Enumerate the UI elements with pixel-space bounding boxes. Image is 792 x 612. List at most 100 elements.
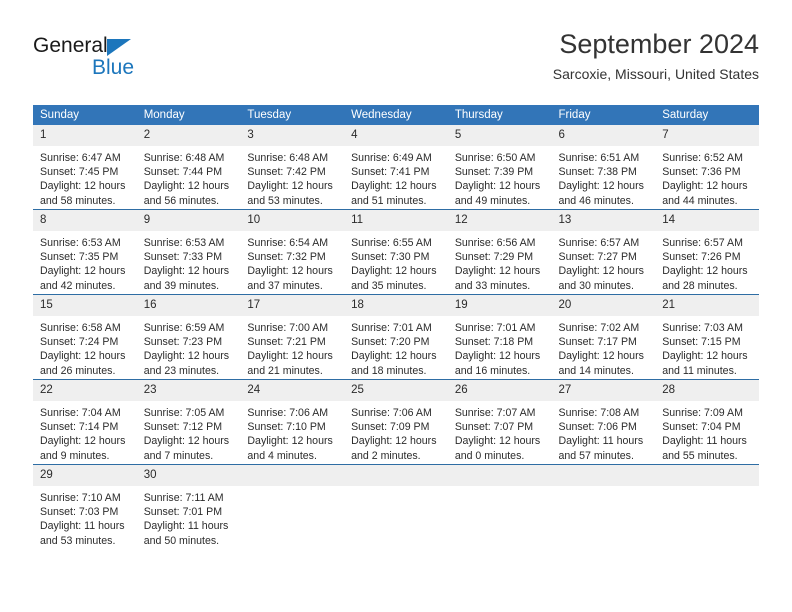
calendar-page: General Blue September 2024 Sarcoxie, Mi… [0,0,792,612]
weekday-header-monday: Monday [136,105,241,125]
day-number: 15 [33,295,137,316]
day-number [240,465,345,486]
sunrise-text: Sunrise: 7:06 AM [351,407,432,419]
sunrise-text: Sunrise: 7:00 AM [247,322,329,334]
day-cell[interactable]: 19 Sunrise: 7:01 AM Sunset: 7:18 PM Dayligh… [447,294,552,380]
day-number: 27 [551,380,656,401]
day-cell[interactable]: 30 Sunrise: 7:11 AM Sunset: 7:01 PM Dayligh… [136,464,241,549]
day-number: 2 [136,125,241,146]
day-number: 29 [33,465,137,486]
day-number: 14 [655,210,759,231]
day-sun-info: Sunrise: 6:49 AM Sunset: 7:41 PM Daylight:… [344,146,448,208]
day-cell[interactable]: 24 Sunrise: 7:06 AM Sunset: 7:10 PM Dayligh… [240,379,345,465]
day-sun-info: Sunrise: 7:01 AM Sunset: 7:20 PM Daylight:… [344,316,448,378]
sunset-text: Sunset: 7:21 PM [247,336,326,349]
day-number: 23 [136,380,241,401]
daylight-text: Daylight: 12 hours and 4 minutes. [247,435,333,462]
daylight-text: Daylight: 12 hours and 26 minutes. [40,350,126,377]
sunset-text: Sunset: 7:20 PM [351,336,430,349]
day-cell[interactable]: 6 Sunrise: 6:51 AM Sunset: 7:38 PM Daylight… [551,125,656,210]
logo-text-blue: Blue [92,56,135,79]
day-cell[interactable]: 15 Sunrise: 6:58 AM Sunset: 7:24 PM Dayligh… [33,294,137,380]
day-cell[interactable]: 2 Sunrise: 6:48 AM Sunset: 7:44 PM Daylight… [136,125,241,210]
sunset-text: Sunset: 7:04 PM [662,421,741,434]
sunset-text: Sunset: 7:39 PM [454,166,534,179]
sunrise-text: Sunrise: 6:56 AM [454,237,536,249]
sunrise-text: Sunrise: 7:07 AM [454,407,536,419]
sunset-text: Sunset: 7:27 PM [558,251,637,264]
day-cell[interactable]: 12 Sunrise: 6:56 AM Sunset: 7:29 PM Dayligh… [447,209,552,295]
sunrise-text: Sunrise: 6:50 AM [454,152,536,164]
day-sun-info: Sunrise: 7:00 AM Sunset: 7:21 PM Daylight:… [240,316,344,378]
day-cell[interactable]: 3 Sunrise: 6:48 AM Sunset: 7:42 PM Daylight… [240,125,345,210]
day-number: 1 [33,125,137,146]
daylight-text: Daylight: 12 hours and 28 minutes. [662,265,748,292]
day-number: 16 [136,295,241,316]
day-sun-info: Sunrise: 7:08 AM Sunset: 7:06 PM Daylight:… [552,401,656,463]
sunset-text: Sunset: 7:45 PM [40,166,119,179]
day-cell[interactable]: 26 Sunrise: 7:07 AM Sunset: 7:07 PM Dayligh… [447,379,552,465]
day-cell[interactable]: 27 Sunrise: 7:08 AM Sunset: 7:06 PM Dayligh… [551,379,656,465]
day-cell[interactable]: 9 Sunrise: 6:53 AM Sunset: 7:33 PM Daylight… [136,209,241,295]
day-number: 22 [33,380,137,401]
logo-text-general: General [33,34,108,57]
day-number: 10 [240,210,345,231]
sunset-text: Sunset: 7:44 PM [143,166,223,179]
day-cell-empty [344,464,448,549]
daylight-text: Daylight: 12 hours and 9 minutes. [40,435,126,462]
daylight-text: Daylight: 12 hours and 21 minutes. [247,350,333,377]
day-cell[interactable]: 16 Sunrise: 6:59 AM Sunset: 7:23 PM Dayligh… [136,294,241,380]
day-cell[interactable]: 7 Sunrise: 6:52 AM Sunset: 7:36 PM Daylight… [655,125,759,210]
day-number: 18 [344,295,448,316]
day-cell[interactable]: 18 Sunrise: 7:01 AM Sunset: 7:20 PM Dayligh… [344,294,448,380]
sunrise-text: Sunrise: 6:49 AM [351,152,432,164]
day-sun-info: Sunrise: 6:50 AM Sunset: 7:39 PM Daylight:… [448,146,552,208]
generalblue-logo[interactable]: General Blue [33,34,233,92]
day-cell[interactable]: 1 Sunrise: 6:47 AM Sunset: 7:45 PM Daylight… [33,125,137,210]
day-sun-info: Sunrise: 7:04 AM Sunset: 7:14 PM Daylight:… [33,401,137,463]
sunrise-text: Sunrise: 6:54 AM [247,237,329,249]
sunset-text: Sunset: 7:23 PM [143,336,223,349]
daylight-text: Daylight: 11 hours and 57 minutes. [558,435,644,462]
calendar-week-row: 22 Sunrise: 7:04 AM Sunset: 7:14 PM Dayligh… [33,379,759,465]
day-cell[interactable]: 11 Sunrise: 6:55 AM Sunset: 7:30 PM Dayligh… [344,209,448,295]
daylight-text: Daylight: 12 hours and 33 minutes. [454,265,541,292]
day-cell[interactable]: 21 Sunrise: 7:03 AM Sunset: 7:15 PM Dayligh… [655,294,759,380]
day-sun-info: Sunrise: 6:47 AM Sunset: 7:45 PM Daylight:… [33,146,137,208]
day-cell[interactable]: 10 Sunrise: 6:54 AM Sunset: 7:32 PM Dayligh… [240,209,345,295]
day-cell[interactable]: 5 Sunrise: 6:50 AM Sunset: 7:39 PM Daylight… [447,125,552,210]
calendar-week-row: 29 Sunrise: 7:10 AM Sunset: 7:03 PM Dayligh… [33,464,759,549]
day-cell[interactable]: 28 Sunrise: 7:09 AM Sunset: 7:04 PM Dayligh… [655,379,759,465]
daylight-text: Daylight: 12 hours and 35 minutes. [351,265,437,292]
day-cell[interactable]: 14 Sunrise: 6:57 AM Sunset: 7:26 PM Dayligh… [655,209,759,295]
day-cell[interactable]: 8 Sunrise: 6:53 AM Sunset: 7:35 PM Daylight… [33,209,137,295]
day-sun-info: Sunrise: 6:55 AM Sunset: 7:30 PM Daylight:… [344,231,448,293]
daylight-text: Daylight: 12 hours and 44 minutes. [662,180,748,207]
day-number: 7 [655,125,759,146]
day-cell[interactable]: 20 Sunrise: 7:02 AM Sunset: 7:17 PM Dayligh… [551,294,656,380]
sunrise-text: Sunrise: 6:48 AM [247,152,329,164]
sunset-text: Sunset: 7:06 PM [558,421,637,434]
day-cell[interactable]: 25 Sunrise: 7:06 AM Sunset: 7:09 PM Dayligh… [344,379,448,465]
day-cell[interactable]: 17 Sunrise: 7:00 AM Sunset: 7:21 PM Dayligh… [240,294,345,380]
sunrise-text: Sunrise: 6:52 AM [662,152,743,164]
daylight-text: Daylight: 12 hours and 11 minutes. [662,350,748,377]
day-cell[interactable]: 29 Sunrise: 7:10 AM Sunset: 7:03 PM Dayligh… [33,464,137,549]
day-cell[interactable]: 22 Sunrise: 7:04 AM Sunset: 7:14 PM Dayligh… [33,379,137,465]
sunrise-text: Sunrise: 6:53 AM [143,237,225,249]
sunset-text: Sunset: 7:35 PM [40,251,119,264]
day-sun-info: Sunrise: 7:02 AM Sunset: 7:17 PM Daylight:… [552,316,656,378]
day-sun-info: Sunrise: 6:52 AM Sunset: 7:36 PM Daylight:… [655,146,759,208]
day-cell-empty [240,464,345,549]
sunrise-text: Sunrise: 7:01 AM [351,322,432,334]
day-cell[interactable]: 23 Sunrise: 7:05 AM Sunset: 7:12 PM Dayligh… [136,379,241,465]
sunset-text: Sunset: 7:09 PM [351,421,430,434]
daylight-text: Daylight: 12 hours and 56 minutes. [143,180,230,207]
day-sun-info: Sunrise: 6:59 AM Sunset: 7:23 PM Daylight:… [137,316,241,378]
daylight-text: Daylight: 12 hours and 2 minutes. [351,435,437,462]
sunrise-text: Sunrise: 6:57 AM [662,237,743,249]
day-sun-info: Sunrise: 6:53 AM Sunset: 7:35 PM Daylight:… [33,231,137,293]
sunset-text: Sunset: 7:03 PM [40,506,119,519]
day-cell[interactable]: 13 Sunrise: 6:57 AM Sunset: 7:27 PM Dayligh… [551,209,656,295]
day-cell[interactable]: 4 Sunrise: 6:49 AM Sunset: 7:41 PM Daylight… [344,125,448,210]
